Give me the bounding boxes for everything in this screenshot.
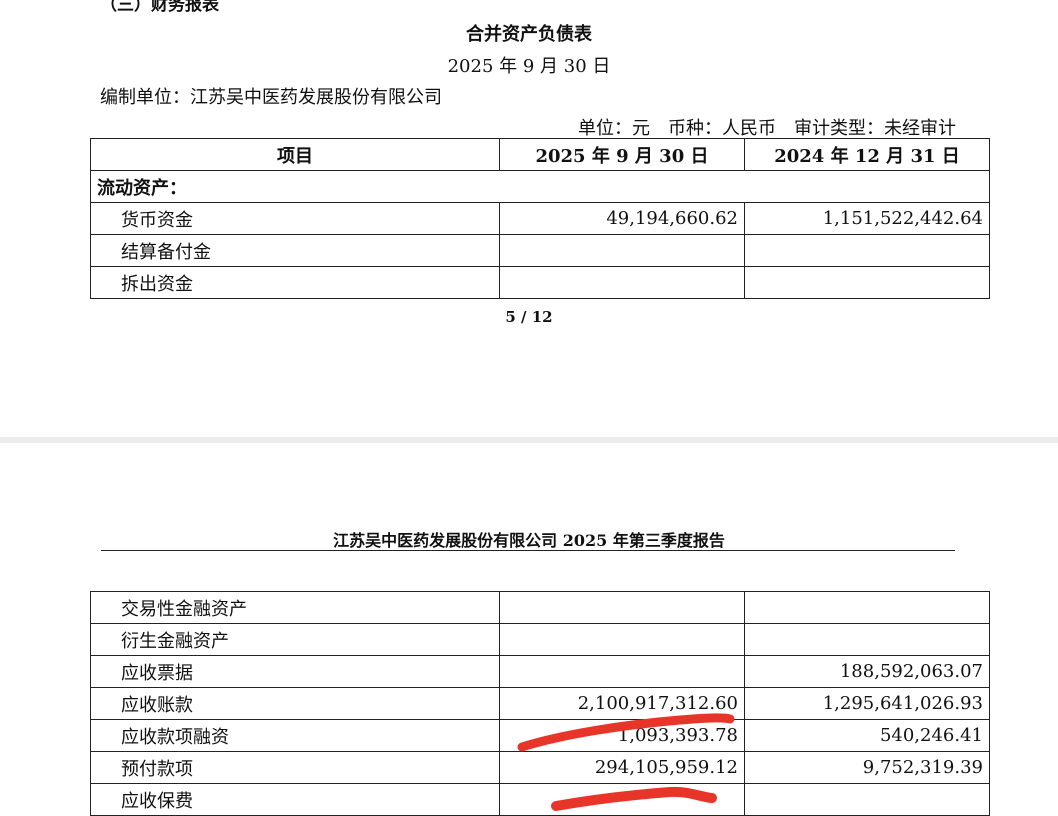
row-item: 应收款项融资 [90, 719, 500, 752]
row-value-prior [744, 234, 990, 267]
statement-title: 合并资产负债表 [466, 24, 592, 45]
header-item: 项目 [90, 138, 500, 171]
row-value-current: 2,100,917,312.60 [499, 687, 745, 720]
currency-audit-info: 单位：元 币种：人民币 审计类型：未经审计 [578, 118, 956, 139]
section-current-assets: 流动资产： [90, 170, 990, 203]
row-value-prior [744, 591, 990, 624]
document-page-2: 江苏吴中医药发展股份有限公司 2025 年第三季度报告 交易性金融资产 衍生金融… [0, 443, 1058, 816]
table-row: 应收保费 [90, 783, 990, 816]
row-item: 衍生金融资产 [90, 623, 500, 656]
row-value-current [499, 655, 745, 688]
header-period-prior: 2024 年 12 月 31 日 [744, 138, 990, 171]
section-row: 流动资产： [90, 170, 990, 203]
row-item: 货币资金 [90, 202, 500, 235]
row-value-current [499, 266, 745, 299]
table-row: 衍生金融资产 [90, 623, 990, 656]
header-period-current: 2025 年 9 月 30 日 [499, 138, 745, 171]
row-item: 结算备付金 [90, 234, 500, 267]
row-item: 应收保费 [90, 783, 500, 816]
row-item: 交易性金融资产 [90, 591, 500, 624]
table-row: 预付款项 294,105,959.12 9,752,319.39 [90, 751, 990, 784]
row-value-prior: 1,151,522,442.64 [744, 202, 990, 235]
row-value-prior: 540,246.41 [744, 719, 990, 752]
row-value-current: 294,105,959.12 [499, 751, 745, 784]
table-row: 货币资金 49,194,660.62 1,151,522,442.64 [90, 202, 990, 235]
row-item: 预付款项 [90, 751, 500, 784]
row-value-current [499, 591, 745, 624]
table-row: 应收票据 188,592,063.07 [90, 655, 990, 688]
table-row: 应收款项融资 1,093,393.78 540,246.41 [90, 719, 990, 752]
page-number: 5 / 12 [505, 308, 553, 326]
compiling-unit: 编制单位：江苏吴中医药发展股份有限公司 [100, 87, 442, 108]
section-title-cut: （三）财务报表 [100, 0, 219, 15]
row-item: 应收票据 [90, 655, 500, 688]
header-rule [101, 550, 955, 551]
row-value-current: 49,194,660.62 [499, 202, 745, 235]
row-value-prior: 9,752,319.39 [744, 751, 990, 784]
row-value-prior: 188,592,063.07 [744, 655, 990, 688]
balance-sheet-table-2: 交易性金融资产 衍生金融资产 应收票据 188,592,063.07 应收账款 … [90, 591, 990, 816]
table-row: 应收账款 2,100,917,312.60 1,295,641,026.93 [90, 687, 990, 720]
row-value-current [499, 623, 745, 656]
balance-sheet-table-1: 项目 2025 年 9 月 30 日 2024 年 12 月 31 日 流动资产… [90, 138, 990, 299]
report-running-header: 江苏吴中医药发展股份有限公司 2025 年第三季度报告 [333, 531, 725, 550]
table-row: 拆出资金 [90, 266, 990, 299]
statement-date: 2025 年 9 月 30 日 [447, 56, 611, 77]
document-page-1: （三）财务报表 合并资产负债表 2025 年 9 月 30 日 编制单位：江苏吴… [0, 0, 1058, 437]
row-value-current [499, 783, 745, 816]
row-item: 应收账款 [90, 687, 500, 720]
table-row: 结算备付金 [90, 234, 990, 267]
table-header-row: 项目 2025 年 9 月 30 日 2024 年 12 月 31 日 [90, 138, 990, 171]
row-item: 拆出资金 [90, 266, 500, 299]
row-value-prior [744, 623, 990, 656]
row-value-prior [744, 266, 990, 299]
row-value-prior [744, 783, 990, 816]
table-row: 交易性金融资产 [90, 591, 990, 624]
row-value-current [499, 234, 745, 267]
row-value-prior: 1,295,641,026.93 [744, 687, 990, 720]
row-value-current: 1,093,393.78 [499, 719, 745, 752]
